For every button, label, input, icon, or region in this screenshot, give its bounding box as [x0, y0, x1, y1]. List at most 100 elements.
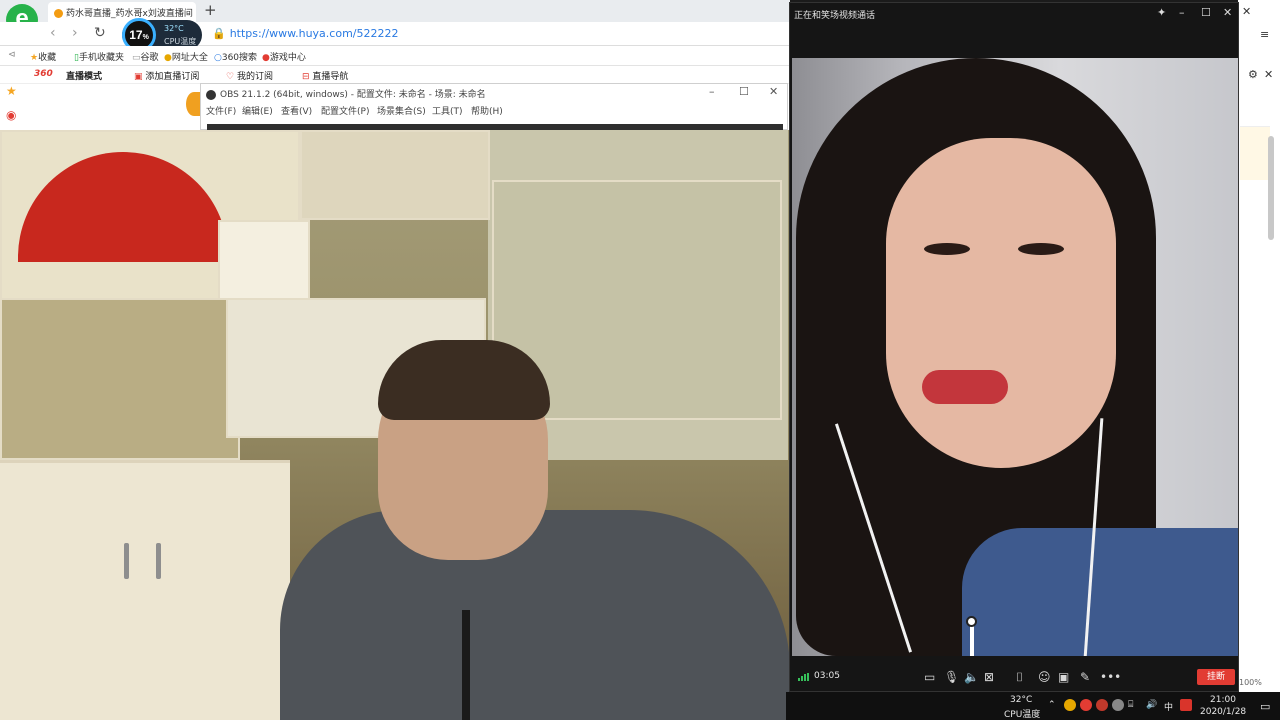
jacket-zipper [462, 610, 470, 720]
stream-video[interactable] [0, 130, 790, 720]
bookmark-item[interactable]: ▯手机收藏夹 [74, 50, 124, 63]
screenshot-icon[interactable]: ⌷ [1016, 670, 1023, 685]
caller-eye [1018, 243, 1064, 255]
obs-title: OBS 21.1.2 (64bit, windows) - 配置文件: 未命名 … [220, 90, 486, 100]
tray-expand-icon[interactable]: ⌃ [1048, 700, 1056, 710]
reload-icon[interactable]: ↻ [94, 25, 106, 41]
bookmark-item[interactable]: ★收藏 [30, 50, 56, 63]
background-browser: ✕ ≡ ⚙ ✕ 100% [1238, 0, 1280, 720]
tab-favicon-icon [54, 9, 63, 18]
mic-icon[interactable]: 🎙 [944, 670, 959, 684]
site-nav-item[interactable]: 直播模式 [66, 69, 102, 82]
chat-icon[interactable]: ▭ [924, 670, 935, 684]
streamer-hair [378, 340, 550, 420]
maximize-icon[interactable]: ☐ [739, 85, 749, 98]
volume-icon[interactable]: 🔊 [1146, 700, 1157, 710]
tray-app-icon[interactable] [1080, 699, 1092, 711]
obs-logo-icon [206, 89, 216, 100]
network-icon[interactable]: ⌸ [1128, 700, 1133, 710]
weibo-icon[interactable]: ◉ [6, 108, 16, 122]
clock-date[interactable]: 2020/1/28 [1200, 707, 1246, 717]
taskbar-cpu-label: CPU温度 [1004, 710, 1041, 720]
tab-title: 药水哥直播_药水哥x刘波直播间 [66, 9, 193, 19]
tray-app-icon[interactable] [1064, 699, 1076, 711]
maximize-icon[interactable]: ☐ [1201, 6, 1211, 19]
bookmark-item[interactable]: ▭谷歌 [132, 50, 159, 63]
url-field[interactable]: 🔒 https://www.huya.com/522222 [212, 27, 399, 40]
clock-time[interactable]: 21:00 [1210, 695, 1236, 705]
obs-menu-tools[interactable]: 工具(T) [432, 104, 463, 117]
obs-menu-scene-collection[interactable]: 场景集合(S) [377, 104, 426, 117]
bookmark-item[interactable]: ●网址大全 [164, 50, 208, 63]
hangup-button[interactable]: 挂断 [1197, 669, 1235, 685]
remote-video[interactable] [792, 58, 1238, 656]
obs-menu-file[interactable]: 文件(F) [206, 104, 236, 117]
cpu-temperature: 32°C [164, 24, 184, 33]
site-nav-item[interactable]: ♡ 我的订阅 [226, 69, 273, 82]
obs-menu-view[interactable]: 查看(V) [281, 104, 312, 117]
site-logo: 360 [34, 69, 53, 79]
site-nav-item[interactable]: ⊟ 直播导航 [302, 69, 348, 82]
cabinet [0, 460, 290, 720]
speaker-icon[interactable]: 🔈 [964, 670, 979, 684]
address-bar: ‹ › ↻ 🔒 https://www.huya.com/522222 [0, 22, 790, 46]
tray-app-icon[interactable] [1112, 699, 1124, 711]
tray-app-icon[interactable] [1096, 699, 1108, 711]
obs-menu-help[interactable]: 帮助(H) [471, 104, 503, 117]
star-icon[interactable]: ★ [6, 84, 17, 98]
taskbar: 32°C CPU温度 ⌃ ⌸ 🔊 中 21:00 2020/1/28 ▭ [786, 692, 1280, 720]
caller-face [886, 138, 1116, 468]
caller-eye [924, 243, 970, 255]
tab-bar: 药水哥直播_药水哥x刘波直播间 + [0, 0, 790, 22]
close-icon[interactable]: ✕ [1264, 68, 1273, 81]
bookmark-item[interactable]: ●游戏中心 [262, 50, 306, 63]
scrollbar-thumb[interactable] [1268, 136, 1274, 240]
beauty-icon[interactable]: ☺ [1038, 670, 1051, 684]
url-text: https://www.huya.com/522222 [229, 27, 399, 40]
tray-app-icon[interactable] [1180, 699, 1192, 711]
shelf [300, 130, 490, 220]
video-call-window: 正在和笑场视频通话 ✦ – ☐ ✕ 03:05 ▭ 🎙 🔈 ⊠ ⌷ ☺ ▣ ✎ … [789, 2, 1239, 692]
volume-slider-knob[interactable] [966, 616, 977, 627]
cpu-load-value: 17 [129, 28, 143, 42]
gear-icon[interactable]: ⚙ [1248, 68, 1258, 81]
cpu-load-unit: % [142, 34, 149, 41]
site-nav-item[interactable]: ▣ 添加直播订阅 [134, 69, 199, 82]
zoom-level[interactable]: 100% [1239, 678, 1262, 687]
forward-icon[interactable]: › [72, 25, 78, 41]
close-icon[interactable]: ✕ [769, 85, 778, 98]
shelf [218, 220, 310, 300]
bookmark-toggle-icon[interactable]: ⊲ [8, 50, 16, 60]
pin-icon[interactable]: ✦ [1157, 6, 1166, 19]
menu-icon[interactable]: ≡ [1260, 28, 1269, 41]
cabinet-handle [124, 543, 129, 579]
back-icon[interactable]: ‹ [50, 25, 56, 41]
bookmark-item[interactable]: ○360搜索 [214, 50, 257, 63]
obs-menu-profile[interactable]: 配置文件(P) [321, 104, 369, 117]
minimize-icon[interactable]: – [709, 85, 715, 98]
bookmark-bar: ⊲ ★收藏 ▯手机收藏夹 ▭谷歌 ●网址大全 ○360搜索 ●游戏中心 [0, 46, 790, 66]
camera-off-icon[interactable]: ⊠ [984, 670, 994, 684]
edit-icon[interactable]: ✎ [1080, 670, 1090, 684]
browser-tab[interactable]: 药水哥直播_药水哥x刘波直播间 [48, 2, 196, 22]
more-icon[interactable]: ••• [1100, 670, 1121, 684]
shelf [0, 298, 240, 460]
layout-icon[interactable]: ▣ [1058, 670, 1069, 684]
site-nav: 360 直播模式 ▣ 添加直播订阅 ♡ 我的订阅 ⊟ 直播导航 [0, 66, 790, 84]
close-icon[interactable]: ✕ [1223, 6, 1232, 19]
new-tab-button[interactable]: + [204, 1, 217, 19]
lock-icon: 🔒 [212, 27, 226, 40]
ime-indicator[interactable]: 中 [1164, 700, 1173, 713]
caller-shirt [962, 528, 1238, 656]
obs-title-bar: OBS 21.1.2 (64bit, windows) - 配置文件: 未命名 … [206, 87, 486, 100]
obs-window: OBS 21.1.2 (64bit, windows) - 配置文件: 未命名 … [200, 83, 788, 130]
notification-icon[interactable]: ▭ [1260, 700, 1270, 713]
minimize-icon[interactable]: – [1179, 6, 1185, 19]
cabinet-handle [156, 543, 161, 579]
close-icon[interactable]: ✕ [1242, 5, 1251, 18]
obs-preview [207, 124, 783, 130]
obs-menu-edit[interactable]: 编辑(E) [242, 104, 273, 117]
caller-lips [922, 370, 1008, 404]
call-title: 正在和笑场视频通话 [794, 11, 876, 21]
notice-panel [1240, 126, 1270, 180]
